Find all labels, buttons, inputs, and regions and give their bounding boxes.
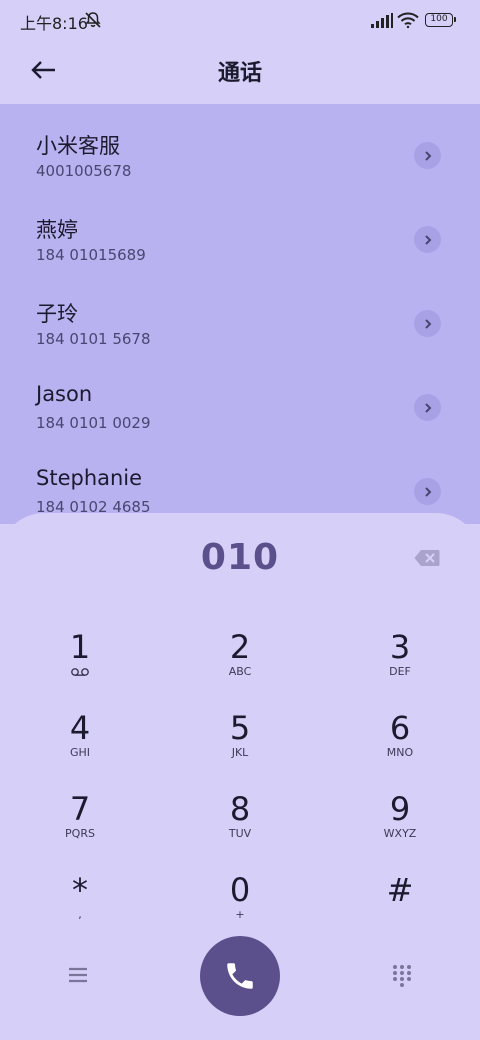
key-digit: 6	[389, 709, 411, 747]
key-letters: JKL	[231, 746, 249, 759]
contact-number: 184 0101 5678	[36, 330, 151, 348]
contact-name: 燕婷	[36, 218, 78, 242]
dialed-number-display[interactable]: 010	[0, 537, 480, 578]
key-3[interactable]: 3 DEF	[340, 625, 460, 697]
page-title: 通话	[217, 61, 262, 86]
contact-number: 184 01015689	[36, 246, 146, 264]
key-digit: 7	[69, 790, 91, 828]
key-hash[interactable]: #	[340, 868, 460, 940]
key-digit: 9	[389, 790, 411, 828]
call-button[interactable]	[200, 936, 280, 1016]
key-1[interactable]: 1	[20, 625, 140, 697]
contact-row[interactable]: 小米客服 4001005678	[0, 104, 480, 188]
key-9[interactable]: 9 WXYZ	[340, 787, 460, 859]
chevron-right-icon[interactable]	[414, 142, 441, 169]
key-0[interactable]: 0 +	[180, 868, 300, 940]
notifications-muted-icon	[85, 12, 101, 28]
key-2[interactable]: 2 ABC	[180, 625, 300, 697]
contact-row[interactable]: 子玲 184 0101 5678	[0, 272, 480, 356]
key-digit: 1	[69, 628, 91, 666]
key-letters: GHI	[69, 746, 91, 759]
dialpad-sheet: 010 1 2 ABC 3 DEF 4 GHI 5 JKL 6 MNO 7 PQ…	[0, 513, 480, 1040]
key-digit: 2	[229, 628, 251, 666]
key-letters: WXYZ	[383, 827, 417, 840]
key-letters: MNO	[386, 746, 414, 759]
key-4[interactable]: 4 GHI	[20, 706, 140, 778]
contact-name: Jason	[36, 382, 93, 406]
status-time: 上午8:16	[20, 14, 88, 33]
contact-name: Stephanie	[36, 466, 143, 490]
contact-number: 4001005678	[36, 162, 132, 180]
header: 通话	[0, 42, 480, 104]
contact-name: 子玲	[36, 302, 78, 326]
key-letters	[340, 908, 460, 922]
key-7[interactable]: 7 PQRS	[20, 787, 140, 859]
key-5[interactable]: 5 JKL	[180, 706, 300, 778]
backspace-icon[interactable]	[414, 549, 440, 567]
key-digit: 4	[69, 709, 91, 747]
key-digit: 5	[229, 709, 251, 747]
key-8[interactable]: 8 TUV	[180, 787, 300, 859]
dialpad-icon[interactable]	[390, 963, 414, 987]
contact-row[interactable]: Stephanie 184 0102 4685	[0, 440, 480, 524]
contact-name: 小米客服	[36, 134, 120, 158]
contact-number: 184 0101 0029	[36, 414, 151, 432]
key-letters: +	[235, 908, 245, 921]
key-star[interactable]: * ,	[20, 868, 140, 940]
key-digit: *	[72, 871, 88, 909]
voicemail-icon	[71, 668, 89, 676]
key-digit: 8	[229, 790, 251, 828]
key-digit: 3	[389, 628, 411, 666]
wifi-icon	[397, 12, 419, 28]
battery-level: 100	[430, 14, 448, 24]
contact-suggestion-list: 小米客服 4001005678 燕婷 184 01015689 子玲 184 0…	[0, 104, 480, 524]
key-letters: ABC	[228, 665, 252, 678]
chevron-right-icon[interactable]	[414, 478, 441, 505]
contact-row[interactable]: Jason 184 0101 0029	[0, 356, 480, 440]
chevron-right-icon[interactable]	[414, 226, 441, 253]
key-letters: ,	[78, 908, 82, 921]
key-digit: 0	[229, 871, 251, 909]
key-letters: TUV	[228, 827, 252, 840]
contact-row[interactable]: 燕婷 184 01015689	[0, 188, 480, 272]
chevron-right-icon[interactable]	[414, 394, 441, 421]
key-letters: DEF	[389, 665, 411, 678]
key-digit: #	[386, 871, 414, 909]
key-6[interactable]: 6 MNO	[340, 706, 460, 778]
menu-icon[interactable]	[66, 963, 90, 987]
signal-icon	[371, 13, 393, 28]
chevron-right-icon[interactable]	[414, 310, 441, 337]
key-letters: PQRS	[65, 827, 95, 840]
battery-icon: 100	[425, 13, 456, 27]
phone-icon	[227, 963, 253, 989]
status-bar: 上午8:16 100	[0, 0, 480, 42]
